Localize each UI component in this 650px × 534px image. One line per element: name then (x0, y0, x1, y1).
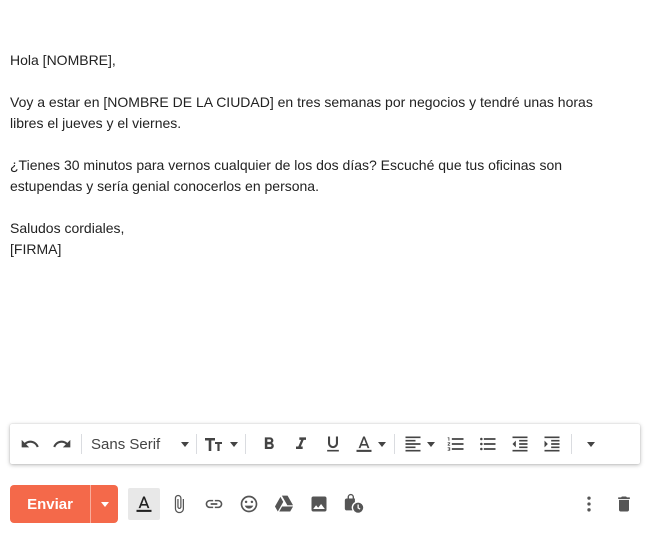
chevron-down-icon (100, 501, 109, 507)
toolbar-divider (571, 434, 572, 454)
bold-icon (259, 434, 279, 454)
link-icon (204, 494, 224, 514)
more-formatting-icon (587, 441, 595, 447)
paragraph-2-line-1: ¿Tienes 30 minutos para vernos cualquier… (10, 157, 563, 173)
greeting-line: Hola [NOMBRE], (10, 52, 116, 68)
chevron-down-icon (230, 441, 238, 447)
indent-more-button[interactable] (536, 428, 568, 460)
align-button[interactable] (398, 428, 440, 460)
photo-icon (309, 494, 329, 514)
undo-icon (20, 434, 40, 454)
italic-button[interactable] (285, 428, 317, 460)
send-button[interactable]: Enviar (10, 485, 90, 523)
font-family-value: Sans Serif (91, 435, 161, 453)
insert-drive-button[interactable] (268, 488, 300, 520)
confidential-mode-icon (343, 493, 365, 515)
chevron-down-icon (181, 441, 189, 447)
redo-button[interactable] (46, 428, 78, 460)
italic-icon (291, 434, 311, 454)
insert-emoji-button[interactable] (233, 488, 265, 520)
confidential-mode-button[interactable] (338, 488, 370, 520)
align-icon (403, 434, 423, 454)
underline-icon (323, 434, 343, 454)
emoji-icon (239, 494, 259, 514)
chevron-down-icon (378, 441, 386, 447)
compose-action-bar: Enviar (10, 484, 640, 524)
more-options-button[interactable] (573, 488, 605, 520)
bold-button[interactable] (253, 428, 285, 460)
formatting-options-icon (134, 494, 154, 514)
undo-button[interactable] (14, 428, 46, 460)
insert-link-button[interactable] (198, 488, 230, 520)
signature-line: [FIRMA] (10, 241, 62, 257)
indent-more-icon (542, 434, 562, 454)
font-family-select[interactable]: Sans Serif (85, 428, 193, 460)
message-body[interactable]: Hola [NOMBRE], Voy a estar en [NOMBRE DE… (10, 50, 630, 260)
chevron-down-icon (427, 441, 435, 447)
formatting-options-button[interactable] (128, 488, 160, 520)
indent-less-icon (510, 434, 530, 454)
numbered-list-button[interactable] (440, 428, 472, 460)
underline-button[interactable] (317, 428, 349, 460)
toolbar-divider (196, 434, 197, 454)
indent-less-button[interactable] (504, 428, 536, 460)
closing-line: Saludos cordiales, (10, 220, 125, 236)
formatting-toolbar: Sans Serif (10, 424, 640, 464)
paragraph-1-line-2: libres el jueves y el viernes. (10, 115, 182, 131)
paragraph-1-line-1: Voy a estar en [NOMBRE DE LA CIUDAD] en … (10, 94, 593, 110)
paragraph-2-line-2: estupendas y sería genial conocerlos en … (10, 178, 319, 194)
attach-button[interactable] (163, 488, 195, 520)
compose-right-tools (570, 488, 640, 520)
more-options-icon (579, 494, 599, 514)
discard-draft-button[interactable] (608, 488, 640, 520)
discard-icon (614, 493, 634, 515)
numbered-list-icon (446, 434, 466, 454)
toolbar-divider (81, 434, 82, 454)
font-size-button[interactable] (200, 428, 242, 460)
toolbar-divider (394, 434, 395, 454)
insert-photo-button[interactable] (303, 488, 335, 520)
font-size-icon (204, 434, 226, 454)
send-options-button[interactable] (90, 485, 118, 523)
text-color-button[interactable] (349, 428, 391, 460)
send-button-group: Enviar (10, 485, 118, 523)
bulleted-list-button[interactable] (472, 428, 504, 460)
more-formatting-button[interactable] (575, 428, 607, 460)
toolbar-divider (245, 434, 246, 454)
bulleted-list-icon (478, 434, 498, 454)
redo-icon (52, 434, 72, 454)
text-color-icon (354, 434, 374, 454)
attach-icon (169, 494, 189, 514)
drive-icon (274, 494, 294, 514)
